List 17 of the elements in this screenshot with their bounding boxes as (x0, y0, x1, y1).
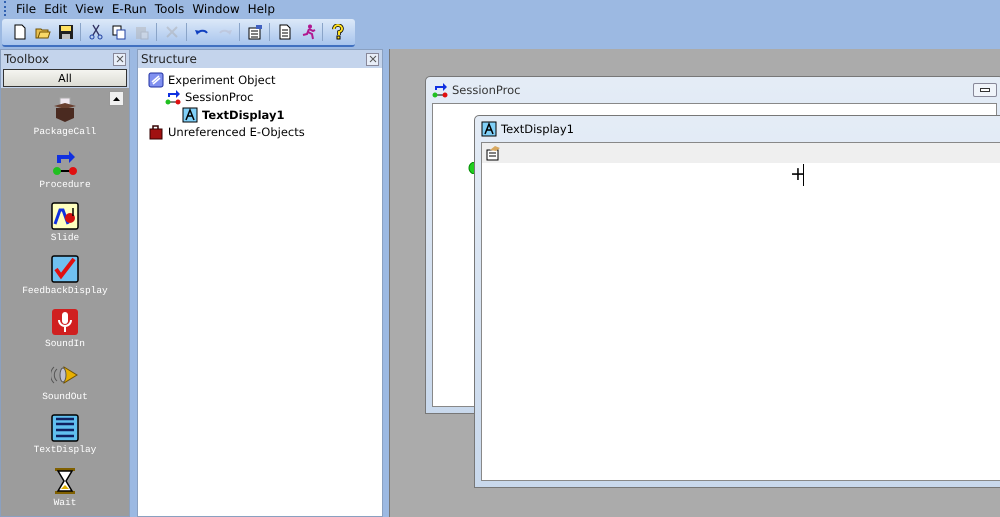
menu-item[interactable]: File (12, 2, 40, 16)
menu-item[interactable]: Edit (40, 2, 72, 16)
filter-button[interactable]: All (3, 69, 127, 87)
display-text: + (790, 163, 806, 185)
window-title: TextDisplay1 (501, 122, 574, 136)
menu-item[interactable]: Window (188, 2, 244, 16)
tree-item[interactable]: Experiment Object (168, 72, 276, 87)
tree-item[interactable]: Unreferenced E-Objects (168, 125, 305, 140)
menu-item[interactable]: View (71, 2, 108, 16)
panel-title: Toolbox (4, 52, 49, 66)
menu-item[interactable]: E-Run (108, 2, 151, 16)
window-title: SessionProc (452, 83, 520, 97)
menu-item[interactable]: Tools (150, 2, 188, 16)
tree-item[interactable]: SessionProc (185, 90, 254, 104)
panel-title: Structure (141, 52, 197, 66)
tree-item[interactable]: TextDisplay1 (202, 108, 284, 122)
menu-item[interactable]: Help (244, 2, 279, 16)
